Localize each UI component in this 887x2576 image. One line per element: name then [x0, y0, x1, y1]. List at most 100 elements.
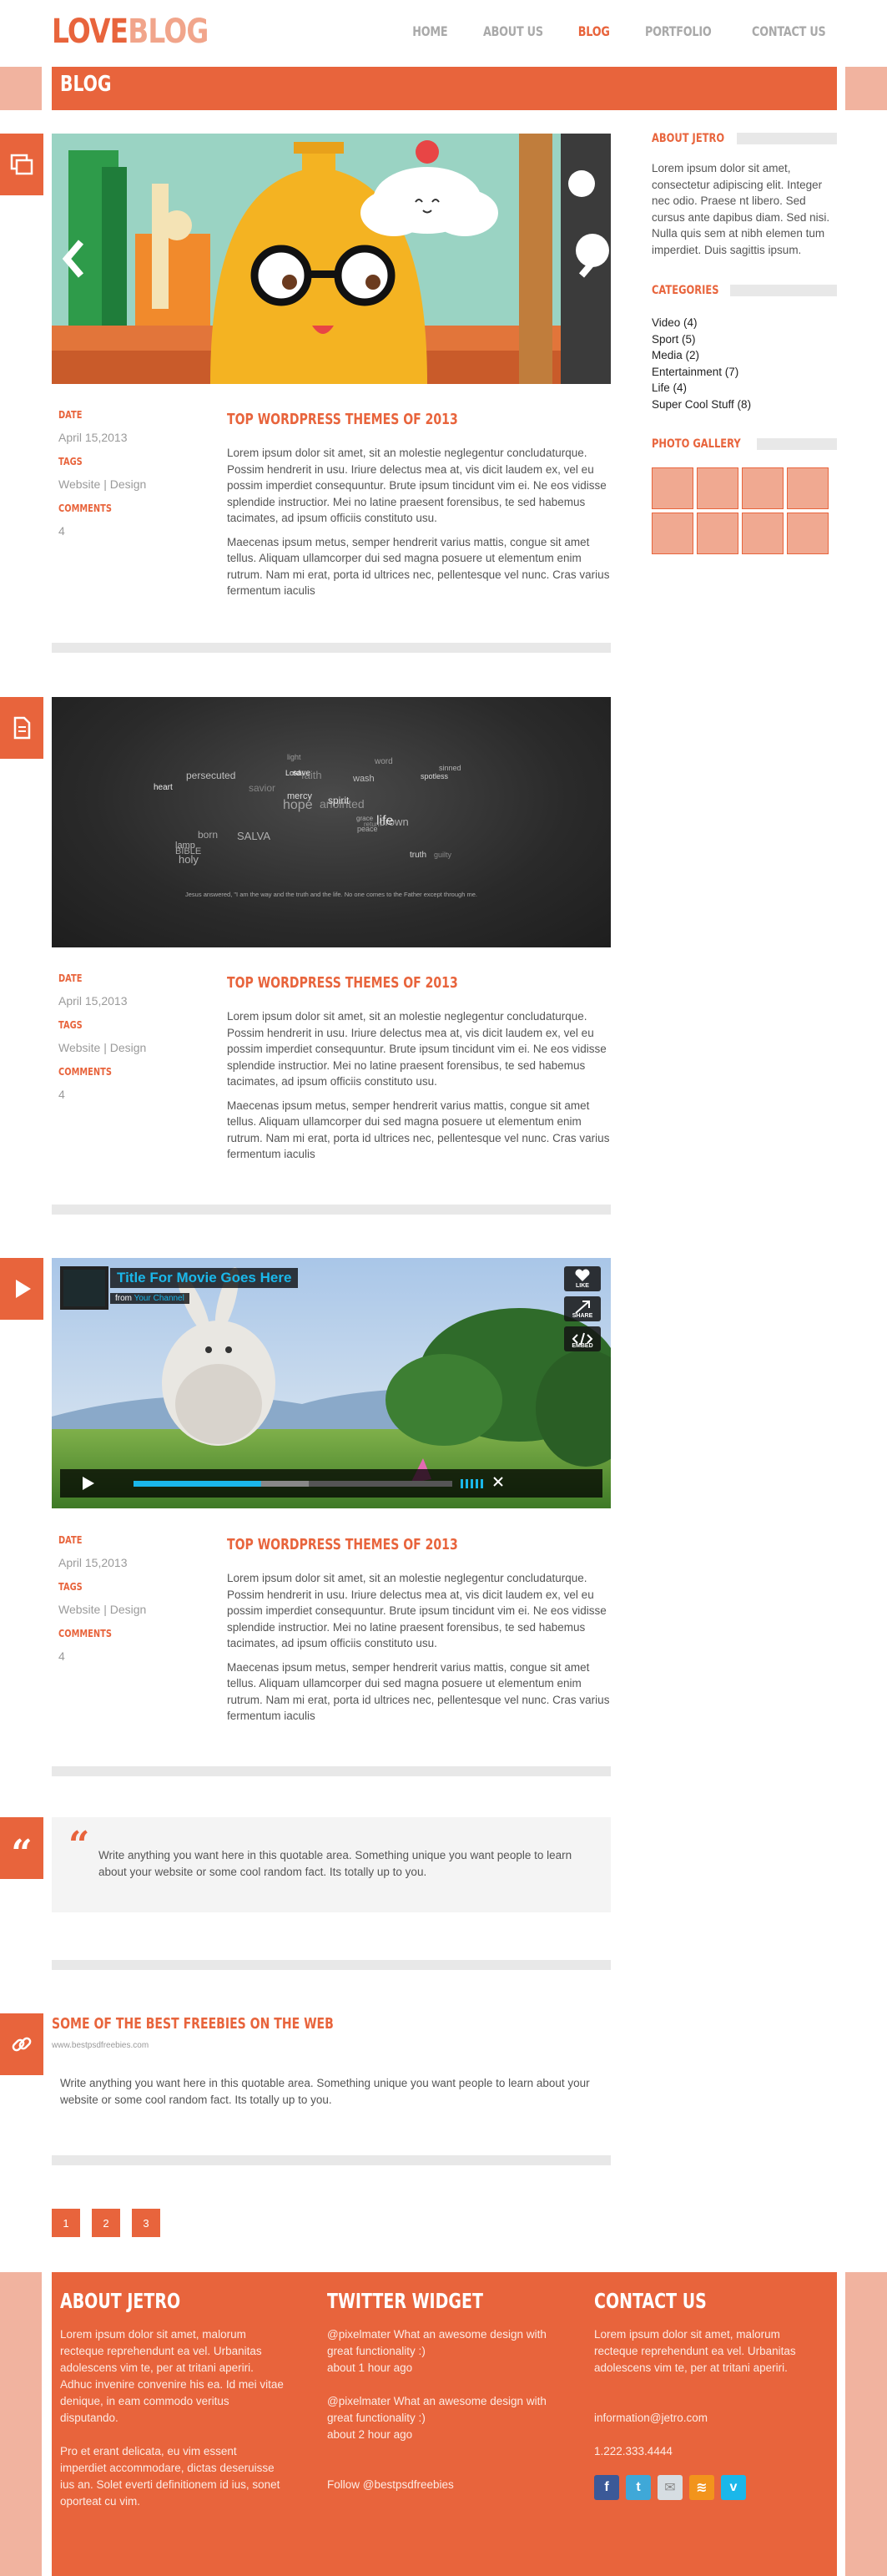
gallery-thumb[interactable] [787, 513, 829, 554]
category-item[interactable]: Entertainment (7) [652, 364, 837, 381]
gallery-thumb[interactable] [697, 513, 738, 554]
twitter-follow-link[interactable]: Follow @bestpsdfreebies [327, 2477, 552, 2493]
post-tags[interactable]: Website | Design [58, 1603, 209, 1616]
gallery-thumb[interactable] [787, 467, 829, 509]
sidebar-about-heading: ABOUT JETRO [652, 132, 837, 145]
slider-illustration [52, 134, 611, 384]
title-band-right [845, 67, 887, 110]
tweet-time: about 2 hour ago [327, 2428, 413, 2441]
rss-icon[interactable]: ≋ [689, 2475, 714, 2500]
video-channel[interactable]: Your Channel [134, 1294, 184, 1303]
footer-about-title: ABOUT JETRO [60, 2289, 181, 2313]
date-label: DATE [58, 409, 83, 421]
footer-band-left [0, 2272, 42, 2576]
wordcloud-word: save [293, 769, 311, 778]
post-format-link-badge [0, 2013, 43, 2075]
comments-label: COMMENTS [58, 1628, 112, 1639]
video-player[interactable]: Title For Movie Goes Here from Your Chan… [52, 1258, 611, 1508]
gallery-thumb[interactable] [742, 467, 784, 509]
post-tags[interactable]: Website | Design [58, 477, 209, 491]
quote-mark: “ [68, 1824, 90, 1866]
site-logo[interactable]: LOVEBLOG [52, 12, 209, 52]
wordcloud-word: light [287, 753, 301, 761]
category-item[interactable]: Life (4) [652, 380, 837, 397]
nav-portfolio[interactable]: PORTFOLIO [645, 23, 712, 39]
wordcloud-word: spirit [328, 795, 350, 806]
link-post-title[interactable]: SOME OF THE BEST FREEBIES ON THE WEB [52, 2015, 334, 2033]
post-paragraph: Maecenas ipsum metus, semper hendrerit v… [227, 1099, 610, 1161]
footer-contact: CONTACT US Lorem ipsum dolor sit amet, m… [594, 2289, 819, 2500]
logo-love: LOVE [52, 13, 129, 51]
post-image-wordcloud[interactable]: persecuted lamp SALVA faith anointed guilty si… [52, 697, 611, 947]
post-date: April 15,2013 [58, 994, 128, 1008]
footer-about-p1: Lorem ipsum dolor sit amet, malorum rect… [60, 2328, 284, 2424]
post-title[interactable]: TOP WORDPRESS THEMES OF 2013 [227, 1536, 458, 1553]
gallery-icon [10, 154, 33, 175]
page-title-bar: BLOG [52, 67, 837, 110]
share-label[interactable]: SHARE [564, 1313, 601, 1319]
link-post-url[interactable]: www.bestpsdfreebies.com [52, 2041, 149, 2050]
wordcloud-word: sinned [439, 764, 461, 772]
wordcloud-word: savior [249, 782, 276, 794]
facebook-icon[interactable]: f [594, 2475, 619, 2500]
page-2-button[interactable]: 2 [92, 2209, 120, 2237]
comments-label: COMMENTS [58, 503, 112, 514]
vimeo-icon[interactable]: v [721, 2475, 746, 2500]
like-label[interactable]: LIKE [564, 1283, 601, 1289]
footer-contact-title: CONTACT US [594, 2289, 707, 2313]
twitter-icon[interactable]: t [626, 2475, 651, 2500]
tweet-text: @pixelmater What an awesome design with … [327, 2395, 547, 2424]
social-links: f t ✉ ≋ v [594, 2475, 819, 2500]
post-divider [52, 643, 611, 653]
post-date: April 15,2013 [58, 431, 128, 444]
site-footer: ABOUT JETRO Lorem ipsum dolor sit amet, … [52, 2272, 837, 2576]
page-1-button[interactable]: 1 [52, 2209, 80, 2237]
wordcloud-word: guilty [434, 851, 452, 859]
gallery-thumb[interactable] [697, 467, 738, 509]
wordcloud-word: spotless [421, 772, 449, 780]
embed-label[interactable]: EMBED [564, 1343, 601, 1349]
gallery-thumb[interactable] [652, 467, 693, 509]
nav-about-us[interactable]: ABOUT US [483, 23, 543, 39]
gallery-thumb[interactable] [742, 513, 784, 554]
quote-box: “ Write anything you want here in this q… [52, 1817, 611, 1912]
date-label: DATE [58, 972, 83, 984]
nav-blog[interactable]: BLOG [577, 23, 609, 39]
category-list: Video (4) Sport (5) Media (2) Entertainm… [652, 315, 837, 412]
video-title[interactable]: Title For Movie Goes Here [110, 1268, 299, 1288]
contact-email[interactable]: information@jetro.com [594, 2410, 819, 2427]
wordcloud-word: wash [353, 774, 375, 784]
post-paragraph: Maecenas ipsum metus, semper hendrerit v… [227, 1660, 610, 1723]
video-progress-bar [134, 1481, 261, 1487]
contact-phone: 1.222.333.4444 [594, 2445, 673, 2457]
post-tags[interactable]: Website | Design [58, 1041, 209, 1054]
gallery-thumb[interactable] [652, 513, 693, 554]
quote-text: Write anything you want here in this quo… [98, 1849, 572, 1878]
mail-icon[interactable]: ✉ [658, 2475, 683, 2500]
category-item[interactable]: Media (2) [652, 347, 837, 364]
title-band-left [0, 67, 42, 110]
play-icon [16, 1280, 31, 1298]
post-format-quote-badge: “ [0, 1817, 43, 1879]
post-excerpt: Lorem ipsum dolor sit amet, sit an moles… [227, 1008, 611, 1170]
post-paragraph: Lorem ipsum dolor sit amet, sit an moles… [227, 1010, 607, 1088]
page-3-button[interactable]: 3 [132, 2209, 160, 2237]
category-item[interactable]: Super Cool Stuff (8) [652, 397, 837, 413]
post-paragraph: Lorem ipsum dolor sit amet, sit an moles… [227, 1572, 607, 1649]
wordcloud-word: mercy [287, 791, 312, 801]
footer-twitter-title: TWITTER WIDGET [327, 2289, 483, 2313]
nav-home[interactable]: HOME [412, 23, 447, 39]
category-item[interactable]: Video (4) [652, 315, 837, 331]
post-title[interactable]: TOP WORDPRESS THEMES OF 2013 [227, 411, 458, 428]
comment-count[interactable]: 4 [58, 1649, 209, 1663]
comment-count[interactable]: 4 [58, 1088, 209, 1101]
nav-contact-us[interactable]: CONTACT US [753, 23, 827, 39]
category-item[interactable]: Sport (5) [652, 331, 837, 348]
post-image-slider[interactable] [52, 134, 611, 384]
post-title[interactable]: TOP WORDPRESS THEMES OF 2013 [227, 974, 458, 992]
link-post-text: Write anything you want here in this quo… [60, 2077, 590, 2106]
tags-label: TAGS [58, 456, 83, 467]
footer-twitter: TWITTER WIDGET @pixelmater What an aweso… [327, 2289, 552, 2493]
post-3-meta: DATE April 15,2013 TAGS Website | Design… [58, 1534, 209, 1663]
comment-count[interactable]: 4 [58, 524, 209, 538]
